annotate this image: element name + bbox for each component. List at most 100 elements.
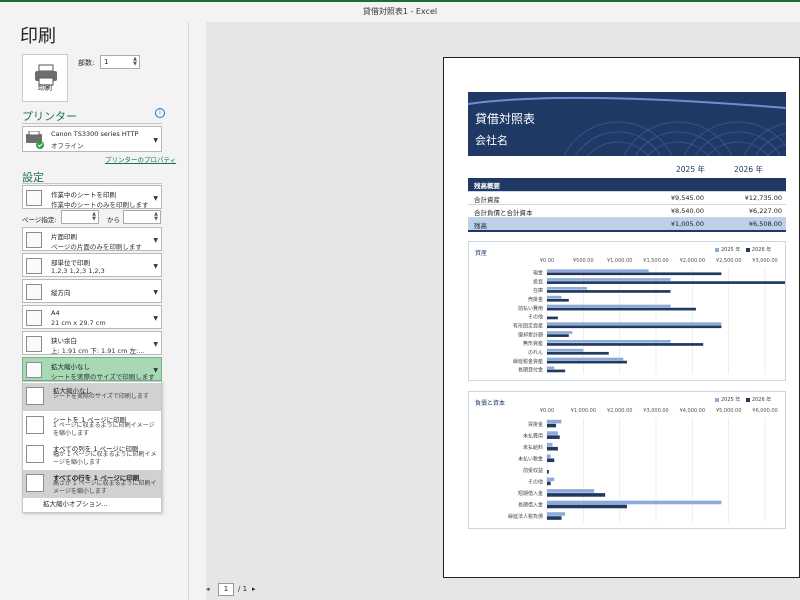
window-title: 貸借対照表1 - Excel bbox=[362, 7, 438, 16]
chevron-down-icon: ▼ bbox=[153, 340, 158, 348]
fit-sheet-icon bbox=[26, 416, 44, 434]
orientation-dropdown[interactable]: 縦方向 ▼ bbox=[22, 279, 162, 303]
summary-table: 残高概要 合計資産 ¥9,545.00 ¥12,735.00 合計負債と合計資本… bbox=[468, 178, 786, 232]
category-label: のれん bbox=[528, 350, 543, 356]
bar-2026 bbox=[547, 290, 671, 293]
copies-input[interactable]: 1 ▲ ▼ bbox=[100, 55, 140, 69]
pages-to-label: から bbox=[107, 216, 120, 224]
printer-heading: プリンター bbox=[22, 110, 77, 123]
bar-2025 bbox=[547, 419, 562, 424]
scaling-options-link[interactable]: 拡大縮小オプション... bbox=[43, 498, 108, 508]
copies-spinner[interactable]: ▲ ▼ bbox=[133, 57, 137, 67]
pages-from-spinner[interactable]: ▲ ▼ bbox=[92, 212, 96, 222]
bar-2026 bbox=[547, 343, 704, 346]
bar-2026 bbox=[547, 516, 562, 520]
bar-2026 bbox=[547, 272, 722, 276]
bar-2026 bbox=[547, 369, 566, 373]
sides-label: 片面印刷 bbox=[51, 233, 77, 241]
bar-2026 bbox=[547, 504, 627, 509]
x-tick-label: ¥1,000.00 bbox=[571, 408, 596, 414]
printer-status: オフライン bbox=[51, 142, 84, 150]
bar-2026 bbox=[547, 458, 555, 463]
category-label: 未払費用 bbox=[523, 432, 543, 439]
bar-2025 bbox=[547, 454, 551, 459]
category-label: 長期貸付金 bbox=[518, 367, 543, 374]
prev-page-icon[interactable]: ◂ bbox=[206, 585, 210, 593]
pages-to-spinner[interactable]: ▲ ▼ bbox=[154, 212, 158, 222]
company-name: 会社名 bbox=[475, 134, 508, 147]
chart-legend: 2025 年 2026 年 bbox=[715, 396, 771, 403]
next-page-icon[interactable]: ▸ bbox=[252, 585, 256, 593]
table-row: 合計資産 ¥9,545.00 ¥12,735.00 bbox=[468, 192, 786, 205]
category-label: 短期借入金 bbox=[518, 490, 543, 497]
printer-dropdown[interactable]: Canon TS3300 series HTTP オフライン ▼ bbox=[22, 126, 162, 152]
bar-2025 bbox=[547, 278, 671, 281]
chevron-down-icon: ▼ bbox=[153, 236, 158, 244]
menu-item-desc: 幅が 1 ページに収まるように印刷イメージを縮小します bbox=[53, 451, 157, 466]
legend-swatch bbox=[745, 247, 750, 252]
copies-label: 部数: bbox=[78, 59, 95, 67]
category-label: 前受収益 bbox=[523, 467, 543, 474]
bar-2025 bbox=[547, 500, 722, 505]
collate-label: 部単位で印刷 bbox=[51, 259, 90, 267]
bar-2025 bbox=[547, 348, 584, 352]
sheet-icon bbox=[26, 190, 42, 206]
year-label: 2026 年 bbox=[734, 165, 763, 174]
pages-label: ページ指定: bbox=[22, 216, 57, 224]
paper-icon bbox=[26, 310, 42, 326]
x-tick-label: ¥0.00 bbox=[540, 408, 554, 414]
category-label: 繰延税金資産 bbox=[513, 358, 543, 365]
bar-2026 bbox=[547, 493, 606, 497]
collate-dropdown[interactable]: 部単位で印刷 1,2,3 1,2,3 1,2,3 ▼ bbox=[22, 253, 162, 277]
x-tick-label: ¥3,000.00 bbox=[643, 408, 668, 414]
printer-properties-link[interactable]: プリンターのプロパティ bbox=[105, 154, 176, 164]
printer-name: Canon TS3300 series HTTP bbox=[51, 130, 139, 138]
scaling-dropdown[interactable]: 拡大縮小なし シートを実際のサイズで印刷します ▼ bbox=[22, 357, 162, 381]
bar-2026 bbox=[547, 360, 627, 364]
report-title: 貸借対照表 bbox=[475, 112, 536, 126]
pages-to-input[interactable]: ▲ ▼ bbox=[123, 210, 161, 224]
menu-item-fit-columns[interactable]: すべての列を 1 ページに印刷 幅が 1 ページに収まるように印刷イメージを縮小… bbox=[23, 441, 161, 469]
print-what-label: 作業中のシートを印刷 bbox=[51, 191, 116, 199]
chart-legend: 2025 年 2026 年 bbox=[715, 246, 771, 253]
menu-item-fit-rows[interactable]: すべての行を 1 ページに印刷 高さが 1 ページに収まるように印刷イメージを縮… bbox=[23, 470, 161, 498]
category-label: 無形資産 bbox=[523, 340, 543, 347]
row-label: 残高 bbox=[474, 222, 487, 230]
bar-2025 bbox=[547, 477, 555, 482]
fit-rows-icon bbox=[26, 474, 44, 492]
page-number-input[interactable]: 1 bbox=[218, 583, 234, 596]
assets-chart: ¥0.00 ¥500.00 ¥1,000.00 ¥1,500.00 ¥2,000.00 ¥… bbox=[468, 241, 786, 381]
one-sided-icon bbox=[26, 232, 42, 248]
legend-swatch bbox=[715, 397, 719, 402]
table-header: 残高概要 bbox=[468, 178, 786, 192]
category-label: その他 bbox=[528, 479, 543, 486]
bar-2025 bbox=[547, 304, 671, 308]
chevron-down-icon: ▼ bbox=[153, 288, 158, 296]
chevron-down-icon: ▼ bbox=[153, 314, 158, 322]
bar-2025 bbox=[547, 295, 562, 299]
x-tick-label: ¥2,500.00 bbox=[716, 258, 741, 264]
legend-label: 2026 年 bbox=[751, 247, 772, 253]
x-tick-label: ¥3,000.00 bbox=[752, 258, 777, 264]
pages-from-input[interactable]: ▲ ▼ bbox=[61, 210, 99, 224]
paper-size-dropdown[interactable]: A4 21 cm x 29.7 cm ▼ bbox=[22, 305, 162, 329]
menu-item-desc: 1 ページに収まるように印刷イメージを縮小します bbox=[53, 422, 155, 437]
category-label: 償却累計額 bbox=[518, 331, 543, 338]
info-icon[interactable]: i bbox=[155, 108, 165, 118]
bar-2026 bbox=[547, 307, 696, 311]
liabilities-chart: ¥0.00 ¥1,000.00 ¥2,000.00 ¥3,000.00 ¥4,000.0… bbox=[468, 391, 786, 529]
printer-heading-rule bbox=[22, 123, 162, 124]
bar-2026 bbox=[547, 325, 722, 329]
legend-label: 2025 年 bbox=[721, 247, 741, 253]
sides-dropdown[interactable]: 片面印刷 ページの片面のみを印刷します ▼ bbox=[22, 227, 162, 251]
print-what-dropdown[interactable]: 作業中のシートを印刷 作業中のシートのみを印刷します ▼ bbox=[22, 185, 162, 209]
row-value-2026: ¥6,508.00 bbox=[748, 220, 782, 228]
menu-item-no-scaling[interactable]: 拡大縮小なし シートを実際のサイズで印刷します bbox=[23, 383, 161, 411]
print-button[interactable]: 印刷 bbox=[22, 54, 68, 102]
menu-item-fit-sheet[interactable]: シートを 1 ページに印刷 1 ページに収まるように印刷イメージを縮小します bbox=[23, 412, 161, 440]
margins-dropdown[interactable]: 狭い余白 上: 1.91 cm 下: 1.91 cm 左:… ▼ bbox=[22, 331, 162, 355]
table-total-row: 残高 ¥1,005.00 ¥6,508.00 bbox=[468, 218, 786, 232]
x-tick-label: ¥2,000.00 bbox=[607, 408, 632, 414]
category-label: その他 bbox=[528, 314, 543, 321]
year-label: 2025 年 bbox=[676, 165, 705, 174]
